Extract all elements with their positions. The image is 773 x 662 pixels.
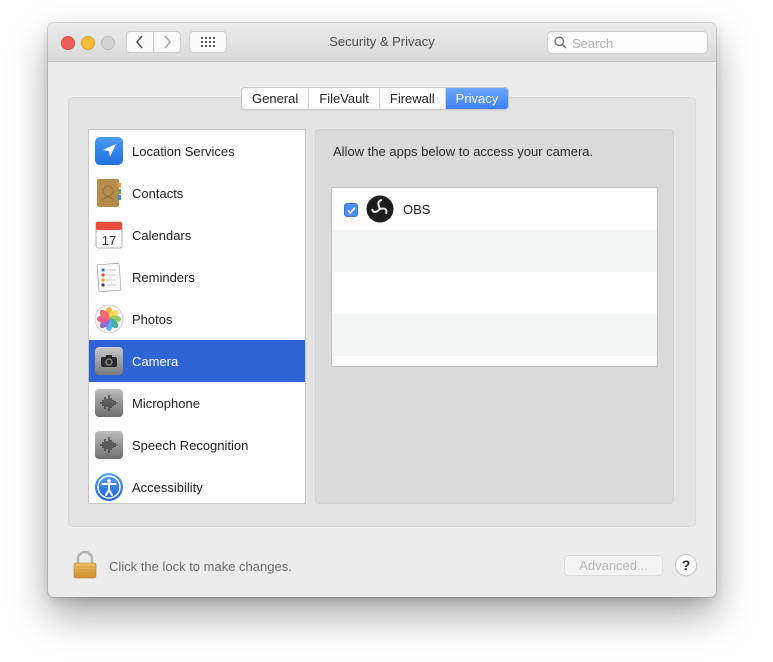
contacts-book-icon <box>97 179 121 207</box>
sidebar-item-photos[interactable]: Photos <box>89 298 305 340</box>
camera-icon <box>95 347 123 375</box>
waveform-icon <box>95 389 123 417</box>
tab-general[interactable]: General <box>242 88 310 109</box>
tab-privacy[interactable]: Privacy <box>445 88 509 109</box>
sidebar-item-label: Microphone <box>132 395 200 411</box>
sidebar-item-camera[interactable]: Camera <box>89 340 305 382</box>
sidebar-item-speech-recognition[interactable]: Speech Recognition <box>89 424 305 466</box>
obs-icon <box>366 195 394 223</box>
sidebar-item-reminders[interactable]: Reminders <box>89 256 305 298</box>
sidebar-item-label: Accessibility <box>132 479 203 495</box>
calendar-icon: 17 <box>95 221 123 249</box>
sidebar-item-label: Camera <box>132 353 179 369</box>
tab-filevault[interactable]: FileVault <box>309 88 380 109</box>
security-privacy-window: Security & Privacy General FileVault Fir… <box>48 23 716 597</box>
photos-flower-icon <box>94 304 124 334</box>
tab-bar: General FileVault Firewall Privacy <box>241 87 510 110</box>
location-arrow-icon <box>95 137 123 165</box>
sidebar-item-microphone[interactable]: Microphone <box>89 382 305 424</box>
advanced-button: Advanced... <box>564 555 663 576</box>
svg-text:17: 17 <box>102 233 116 248</box>
empty-row <box>332 272 657 314</box>
empty-row <box>332 230 657 272</box>
empty-row <box>332 314 657 356</box>
sidebar-item-label: Speech Recognition <box>132 437 249 453</box>
sidebar-item-label: Reminders <box>132 269 195 285</box>
title-bar: Security & Privacy <box>48 23 716 62</box>
sidebar-item-accessibility[interactable]: Accessibility <box>89 466 305 503</box>
sidebar-item-location-services[interactable]: Location Services <box>89 130 305 172</box>
sidebar-item-label: Photos <box>132 311 173 327</box>
detail-pane: Allow the apps below to access your came… <box>315 129 674 504</box>
sidebar-item-calendars[interactable]: 17 Calendars <box>89 214 305 256</box>
lock-status-text: Click the lock to make changes. <box>109 559 292 574</box>
reminders-list-icon <box>96 262 122 292</box>
sidebar-item-label: Calendars <box>132 227 192 243</box>
search-input[interactable] <box>570 34 704 53</box>
tab-firewall[interactable]: Firewall <box>380 88 446 109</box>
search-field[interactable] <box>547 31 708 54</box>
help-button[interactable]: ? <box>675 554 697 576</box>
sidebar-item-label: Location Services <box>132 143 235 159</box>
app-row-obs[interactable]: OBS <box>332 188 657 230</box>
accessibility-icon <box>95 473 123 501</box>
camera-access-description: Allow the apps below to access your came… <box>333 144 594 159</box>
waveform-icon <box>95 431 123 459</box>
privacy-category-list: Location Services Contacts 17 Calendars <box>88 129 306 504</box>
sidebar-item-label: Contacts <box>132 185 184 201</box>
obs-camera-checkbox[interactable] <box>344 203 358 217</box>
search-icon <box>554 36 567 49</box>
app-name: OBS <box>403 202 431 217</box>
lock-icon[interactable] <box>72 551 98 579</box>
checkmark-icon <box>347 206 356 215</box>
app-list: OBS <box>331 187 658 367</box>
sidebar-item-contacts[interactable]: Contacts <box>89 172 305 214</box>
